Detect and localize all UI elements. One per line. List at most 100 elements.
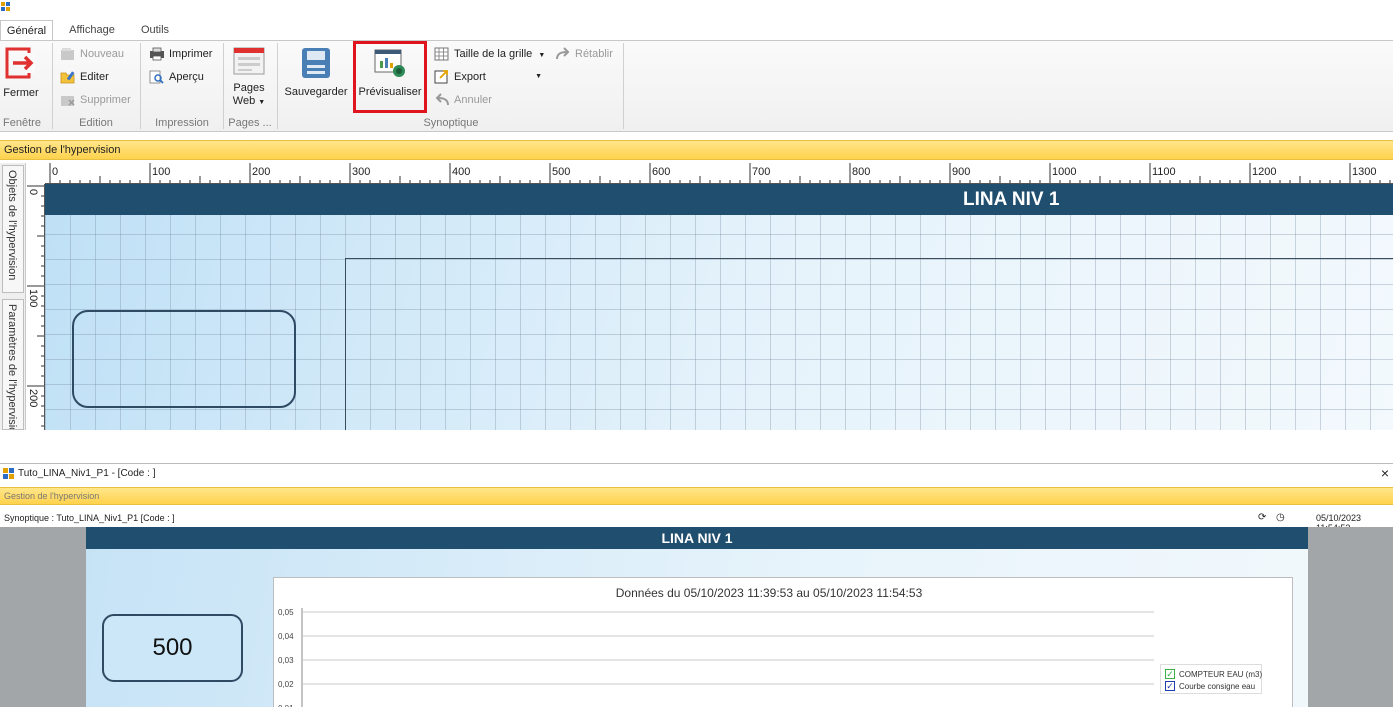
tab-objects[interactable]: Objets de l'hypervision [2, 165, 24, 293]
preview-window-title: Tuto_LINA_Niv1_P1 - [Code : ] [18, 468, 156, 479]
y-tick-label: 0,02 [278, 680, 294, 689]
legend-item-setpoint[interactable]: ✓ Courbe consigne eau [1165, 681, 1255, 693]
highlight-frame [353, 41, 427, 113]
web-page-icon [233, 47, 265, 75]
design-canvas[interactable]: LINA NIV 1 [45, 184, 1393, 430]
ruler-top-label: 1100 [1152, 166, 1176, 178]
undo-button[interactable]: Annuler [434, 91, 492, 109]
group-label-printing: Impression [155, 117, 209, 129]
ruler-top: 0 100 200 300 400 500 600 700 800 900 1000 1100 1200… [45, 163, 1393, 184]
tab-objects-label: Objets de l'hypervision [6, 170, 18, 281]
y-tick-label: 0,05 [278, 608, 294, 617]
redo-label: Rétablir [575, 48, 613, 60]
supervision-bar-small: Gestion de l'hypervision [0, 487, 1393, 505]
export-label: Export [454, 71, 486, 83]
edit-label: Editer [80, 71, 109, 83]
ruler-top-label: 300 [352, 166, 370, 178]
print-preview-label: Aperçu [169, 71, 204, 83]
ruler-top-label: 900 [952, 166, 970, 178]
ruler-top-label: 600 [652, 166, 670, 178]
save-icon [302, 48, 330, 78]
ruler-top-label: 400 [452, 166, 470, 178]
undo-icon [435, 93, 449, 106]
ruler-left-label: 0 [27, 189, 39, 195]
new-label: Nouveau [80, 48, 125, 60]
tab-display[interactable]: Affichage [60, 20, 124, 41]
dropdown-arrow-icon: ▼ [538, 52, 546, 59]
grid-size-button[interactable]: Taille de la grille ▼ [434, 45, 545, 63]
supervision-bar-small-title: Gestion de l'hypervision [4, 491, 100, 501]
canvas-header-title: LINA NIV 1 [963, 189, 1060, 210]
ruler-left-label: 200 [27, 389, 39, 407]
chart-legend: ✓ COMPTEUR EAU (m3) ✓ Courbe consigne ea… [1160, 664, 1262, 694]
new-icon [61, 48, 74, 60]
undo-label: Annuler [454, 94, 492, 106]
ruler-top-label: 1200 [1252, 166, 1276, 178]
close-button[interactable]: Fermer [2, 47, 40, 99]
ruler-left-label: 100 [27, 289, 39, 307]
tab-params[interactable]: Paramètres de l'hypervision [2, 299, 24, 430]
save-button[interactable]: Sauvegarder [284, 47, 348, 98]
app-icon [1, 2, 10, 11]
ruler-top-label: 1000 [1052, 166, 1076, 178]
print-preview-button[interactable]: Aperçu [149, 68, 204, 86]
chart-frame-shape[interactable] [345, 258, 1393, 430]
ruler-top-label: 700 [752, 166, 770, 178]
grid-icon [434, 47, 449, 61]
redo-button[interactable]: Rétablir [555, 45, 613, 63]
group-label-edition: Edition [79, 117, 113, 129]
export-button[interactable]: Export ▼ [434, 68, 542, 86]
window-icon [3, 468, 14, 479]
web-pages-label-2: Web [232, 95, 256, 107]
tab-params-label: Paramètres de l'hypervision [6, 304, 18, 430]
preview-area: LINA NIV 1 500 Données du 05/10/2023 11:… [0, 527, 1393, 707]
redo-icon [556, 47, 570, 60]
preview-window-titlebar: Tuto_LINA_Niv1_P1 - [Code : ] × [0, 463, 1393, 483]
print-button[interactable]: Imprimer [149, 45, 212, 63]
preview-panel: LINA NIV 1 500 Données du 05/10/2023 11:… [86, 527, 1308, 707]
side-tabs: Objets de l'hypervision Paramètres de l'… [0, 163, 26, 430]
ruler-top-label: 800 [852, 166, 870, 178]
checkbox-icon[interactable]: ✓ [1165, 681, 1175, 691]
edit-button[interactable]: Editer [60, 68, 109, 86]
dropdown-arrow-icon: ▼ [535, 73, 542, 80]
print-label: Imprimer [169, 48, 213, 60]
legend-label-setpoint: Courbe consigne eau [1179, 682, 1256, 691]
y-tick-label: 0,03 [278, 656, 294, 665]
ribbon-tabs: Général Affichage Outils [0, 20, 1393, 41]
trend-chart: Données du 05/10/2023 11:39:53 au 05/10/… [273, 577, 1293, 707]
supervision-bar: Gestion de l'hypervision [0, 140, 1393, 160]
rounded-rectangle-shape[interactable] [72, 310, 296, 408]
tab-general[interactable]: Général [0, 20, 53, 41]
web-pages-button[interactable]: Pages Web ▼ [229, 47, 269, 107]
y-tick-label: 0,04 [278, 632, 294, 641]
exit-icon [5, 47, 35, 79]
magnifier-icon [149, 70, 164, 84]
synoptic-info: Synoptique : Tuto_LINA_Niv1_P1 [Code : ] [4, 513, 175, 523]
supervision-bar-title: Gestion de l'hypervision [4, 144, 121, 156]
close-window-button[interactable]: × [1381, 465, 1389, 481]
group-label-window: Fenêtre [3, 117, 41, 129]
printer-icon [150, 47, 164, 61]
value-display: 500 [102, 614, 243, 682]
delete-button[interactable]: Supprimer [60, 91, 131, 109]
ruler-corner [27, 163, 45, 184]
ruler-left: 0 100 200 [27, 184, 45, 430]
synoptic-status-row: Synoptique : Tuto_LINA_Niv1_P1 [Code : ]… [0, 510, 1393, 533]
group-label-synoptic: Synoptique [423, 117, 479, 129]
refresh-icon[interactable]: ⟳ [1258, 512, 1266, 523]
close-label: Fermer [3, 87, 39, 99]
folder-edit-icon [60, 71, 75, 84]
web-pages-label-1: Pages [233, 82, 265, 94]
save-label: Sauvegarder [284, 86, 348, 98]
preview-header: LINA NIV 1 [86, 527, 1308, 549]
new-button[interactable]: Nouveau [60, 45, 124, 63]
tab-tools[interactable]: Outils [130, 20, 180, 41]
grid-size-label: Taille de la grille [454, 48, 533, 60]
legend-item-meter[interactable]: ✓ COMPTEUR EAU (m3) [1165, 669, 1262, 681]
group-label-pages: Pages ... [228, 117, 272, 129]
legend-label-meter: COMPTEUR EAU (m3) [1179, 670, 1263, 679]
canvas-header[interactable]: LINA NIV 1 [45, 184, 1393, 215]
checkbox-icon[interactable]: ✓ [1165, 669, 1175, 679]
chart-plot: 0,050,040,030,020,01 [278, 608, 1154, 707]
